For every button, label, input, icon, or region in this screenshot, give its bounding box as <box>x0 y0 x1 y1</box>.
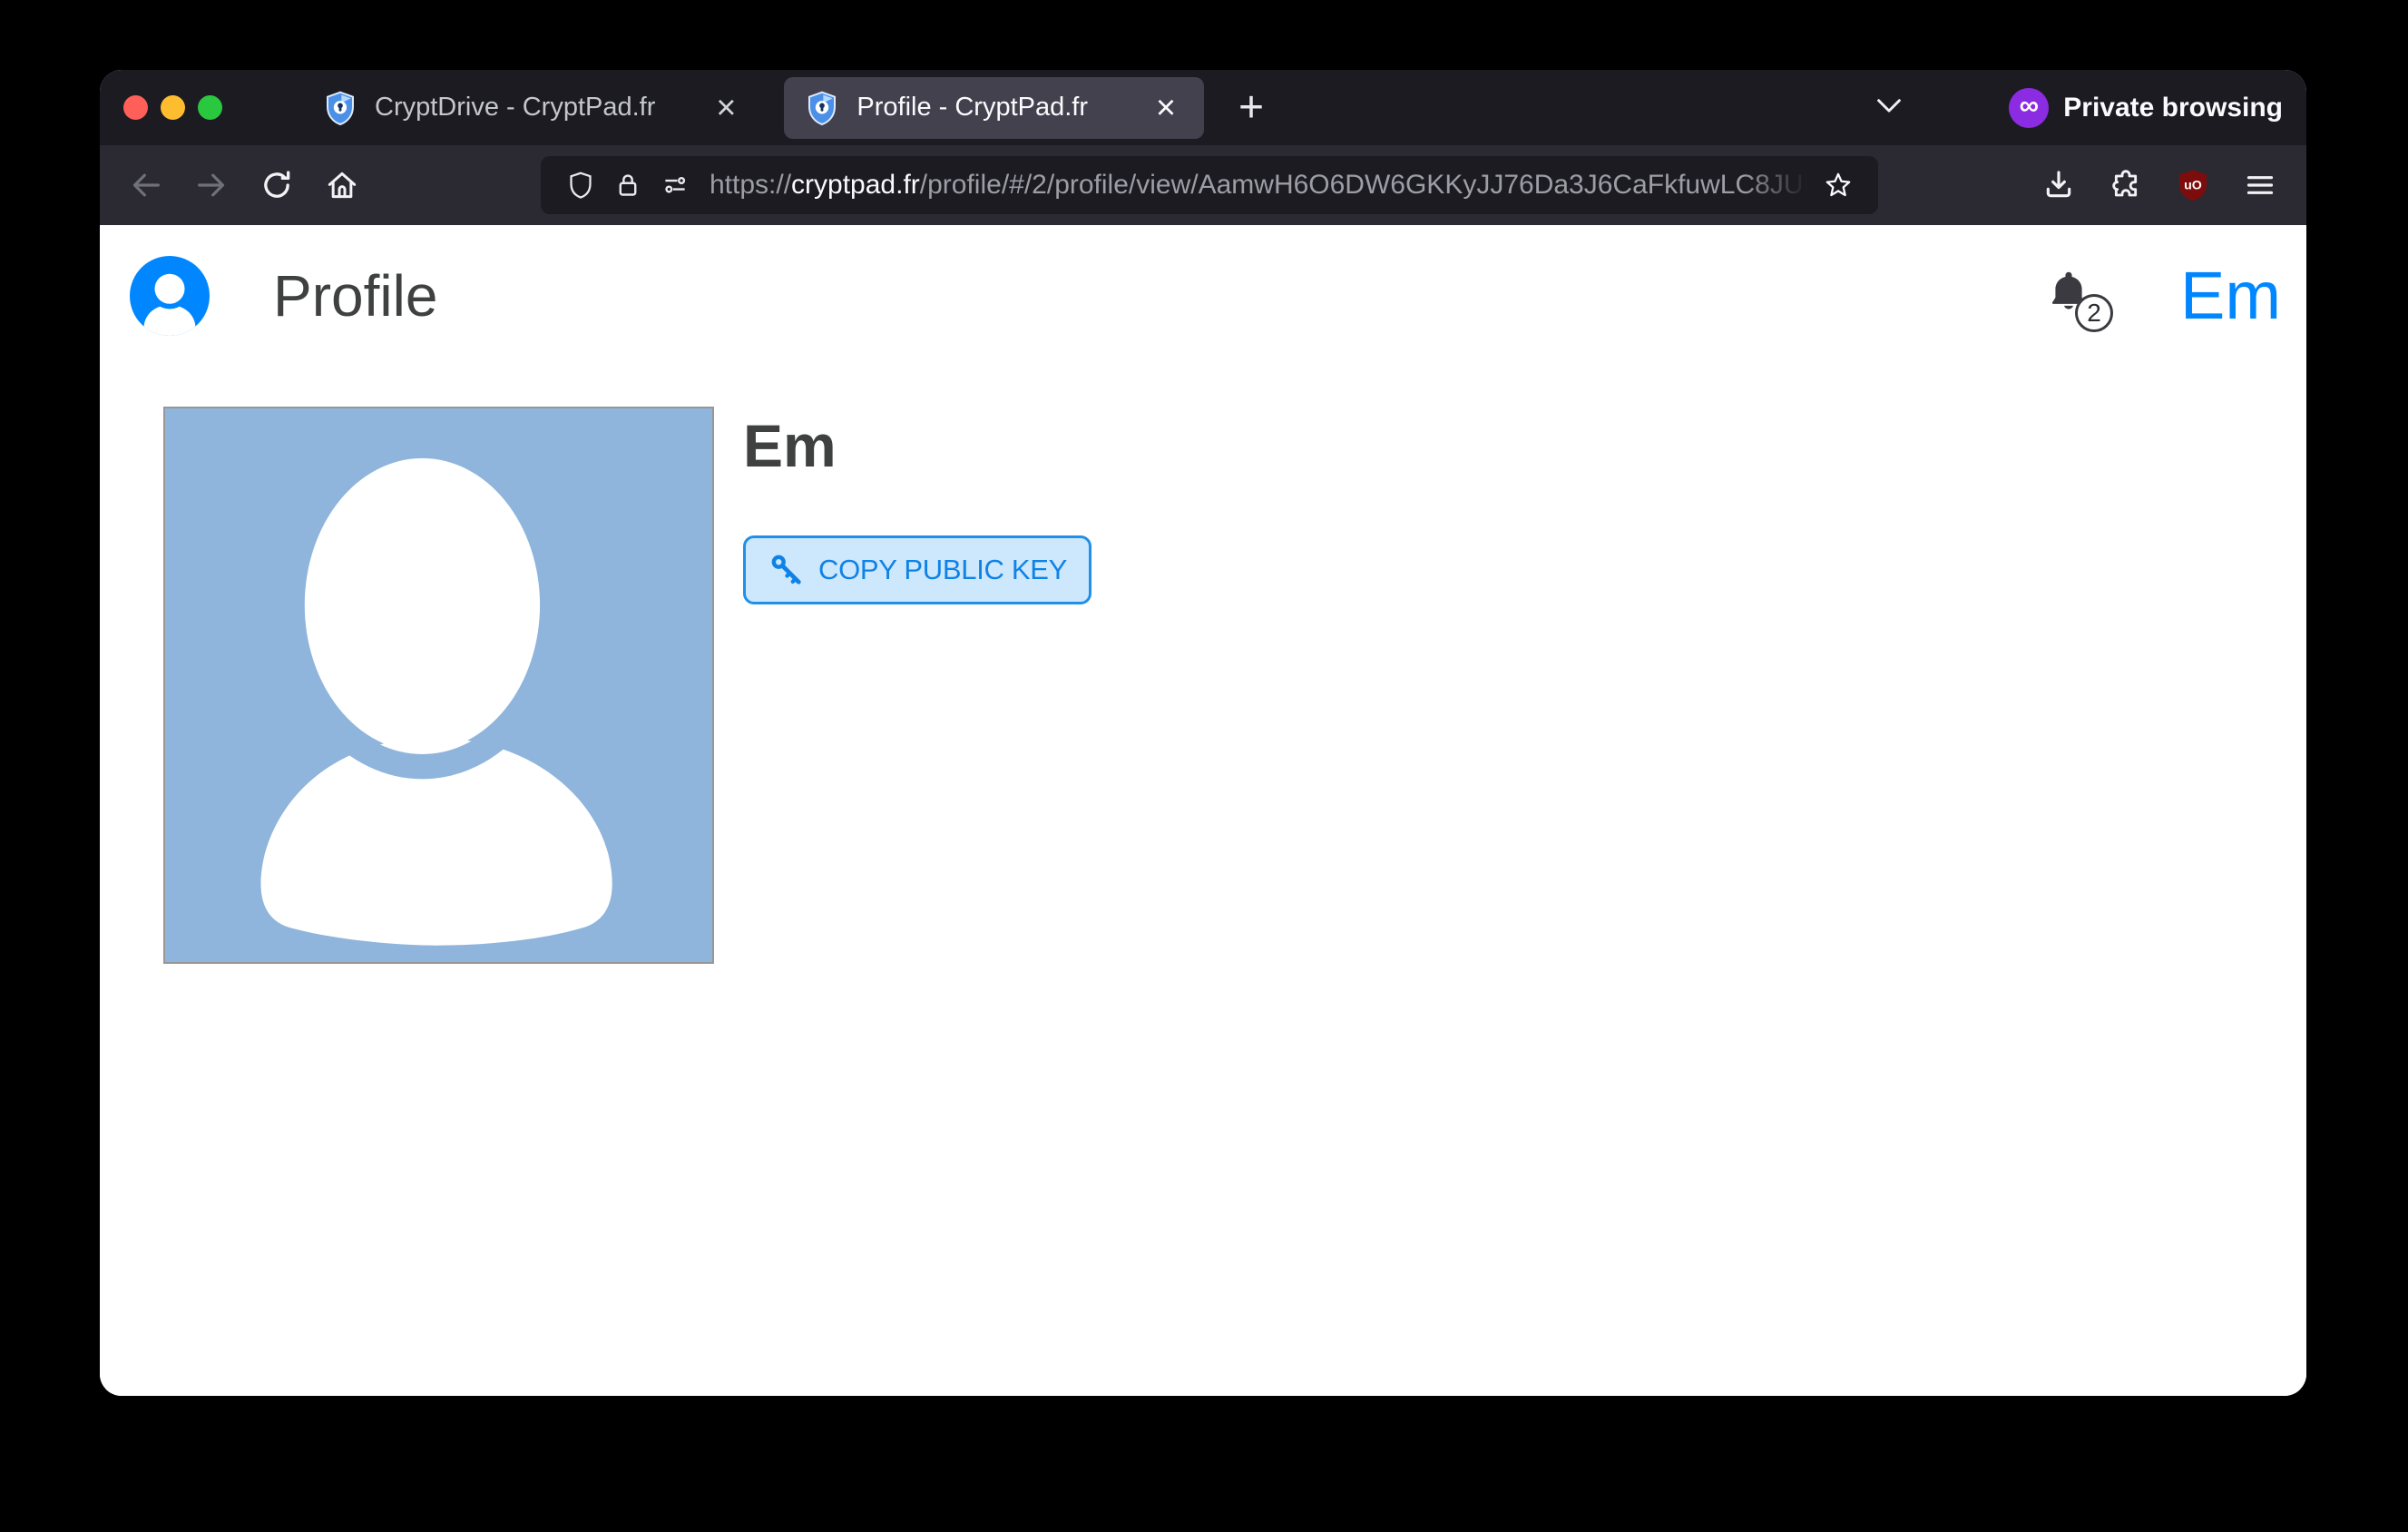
permissions-settings-icon[interactable] <box>651 162 699 209</box>
tracking-protection-shield-icon[interactable] <box>557 162 604 209</box>
forward-button[interactable] <box>185 159 238 211</box>
url-text: https://cryptpad.fr/profile/#/2/profile/… <box>710 167 1807 203</box>
username-link[interactable]: Em <box>2180 262 2281 329</box>
chevron-down-icon <box>1870 86 1908 129</box>
downloads-button[interactable] <box>2032 159 2085 211</box>
home-button[interactable] <box>316 159 368 211</box>
url-bar[interactable]: https://cryptpad.fr/profile/#/2/profile/… <box>541 156 1878 214</box>
notification-count-badge: 2 <box>2075 294 2113 332</box>
tab-cryptdrive[interactable]: CryptDrive - CryptPad.fr × <box>302 77 764 139</box>
reload-button[interactable] <box>250 159 303 211</box>
url-path: /profile/#/2/profile/view/AamwH6O6DW6GKK… <box>920 170 1807 200</box>
copy-public-key-label: COPY PUBLIC KEY <box>818 554 1067 586</box>
copy-public-key-button[interactable]: COPY PUBLIC KEY <box>743 535 1091 604</box>
toolbar-right-buttons: uO <box>2032 159 2286 211</box>
minimize-window-button[interactable] <box>161 95 185 120</box>
new-tab-button[interactable]: + <box>1228 86 1275 130</box>
svg-text:uO: uO <box>2184 179 2202 193</box>
private-browsing-indicator: ∞ Private browsing <box>2009 88 2283 128</box>
back-button[interactable] <box>120 159 172 211</box>
url-fade-overlay <box>1744 167 1807 203</box>
profile-details: Em COPY PUBLIC KEY <box>743 407 1091 604</box>
menu-hamburger-button[interactable] <box>2234 159 2286 211</box>
key-icon <box>768 551 806 589</box>
screenshot-canvas: CryptDrive - CryptPad.fr × Profile - Cry… <box>0 0 2408 1532</box>
window-controls <box>123 95 222 120</box>
profile-name: Em <box>743 416 1091 476</box>
tab-close-icon[interactable]: × <box>708 91 744 125</box>
notifications-bell-button[interactable]: 2 <box>2046 263 2102 329</box>
url-domain: cryptpad.fr <box>791 170 920 200</box>
tab-title: CryptDrive - CryptPad.fr <box>375 93 655 123</box>
page-title: Profile <box>273 262 437 329</box>
ublock-origin-button[interactable]: uO <box>2167 159 2219 211</box>
close-window-button[interactable] <box>123 95 148 120</box>
url-scheme: https:// <box>710 170 791 200</box>
browser-window: CryptDrive - CryptPad.fr × Profile - Cry… <box>100 70 2306 1396</box>
avatar-image <box>163 407 714 964</box>
private-browsing-label: Private browsing <box>2063 93 2283 123</box>
profile-app-icon <box>130 256 210 336</box>
tab-bar: CryptDrive - CryptPad.fr × Profile - Cry… <box>100 70 2306 145</box>
cryptpad-favicon-icon <box>804 90 840 126</box>
zoom-window-button[interactable] <box>198 95 222 120</box>
tab-title: Profile - CryptPad.fr <box>857 93 1088 123</box>
bookmark-star-icon[interactable] <box>1815 162 1862 209</box>
profile-section: Em COPY PUBLIC KEY <box>163 407 1091 964</box>
private-browsing-icon: ∞ <box>2009 88 2049 128</box>
cryptpad-profile-page: Profile 2 Em <box>100 225 2306 1396</box>
tab-profile[interactable]: Profile - CryptPad.fr × <box>784 77 1204 139</box>
navigation-toolbar: https://cryptpad.fr/profile/#/2/profile/… <box>100 145 2306 225</box>
extensions-puzzle-button[interactable] <box>2100 159 2152 211</box>
cryptpad-favicon-icon <box>322 90 358 126</box>
page-header: Profile 2 Em <box>130 254 2281 338</box>
tab-overflow-button[interactable] <box>1864 83 1914 133</box>
tab-close-icon[interactable]: × <box>1148 91 1184 125</box>
connection-secure-lock-icon[interactable] <box>604 162 651 209</box>
